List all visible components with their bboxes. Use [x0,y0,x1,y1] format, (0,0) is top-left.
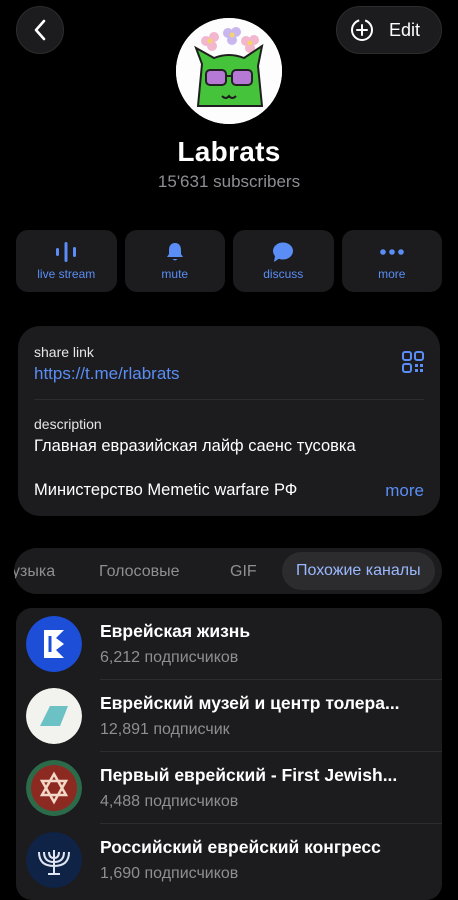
add-story-icon [351,19,373,41]
share-link-label: share link [34,344,94,360]
red-star-logo-icon [26,760,82,816]
list-item[interactable]: Еврейский музей и центр толера... 12,891… [16,680,442,752]
channel-avatar-small [26,832,82,888]
live-stream-label: live stream [37,267,96,281]
description-more-link[interactable]: more [385,481,424,501]
media-tabs: узыка Голосовые GIF Похожие каналы [14,548,442,594]
live-stream-icon [56,242,77,262]
channel-subscribers: 12,891 подписчик [100,721,230,738]
channel-avatar-small [26,760,82,816]
mute-label: mute [161,267,189,281]
more-button[interactable]: more [341,230,442,292]
channel-title: Labrats [177,136,281,167]
description-label: description [34,416,102,432]
tab-similar-channels[interactable]: Похожие каналы [282,552,435,590]
list-item[interactable]: Еврейская жизнь 6,212 подписчиков [16,608,442,680]
tab-voice[interactable]: Голосовые [99,563,180,581]
channel-info-card: share link https://t.me/rlabrats descrip… [18,326,440,516]
channel-avatar-small [26,688,82,744]
bell-icon [166,243,183,261]
action-bar: live stream mute discuss more [16,230,442,292]
list-item[interactable]: Российский еврейский конгресс 1,690 подп… [16,824,442,896]
channel-subscribers: 4,488 подписчиков [100,793,239,810]
mute-button[interactable]: mute [124,230,225,292]
live-stream-button[interactable]: live stream [16,230,117,292]
channel-subscribers: 1,690 подписчиков [100,865,239,882]
more-dots-icon [379,249,404,255]
tab-music[interactable]: узыка [14,563,55,581]
share-link[interactable]: https://t.me/rlabrats [34,364,180,384]
teal-parallelogram-logo-icon [26,688,82,744]
discuss-button[interactable]: discuss [233,230,334,292]
channel-name: Первый еврейский - First Jewish... [100,765,398,785]
chevron-left-icon [34,19,46,41]
channel-name: Еврейская жизнь [100,621,251,641]
discuss-label: discuss [263,267,304,281]
more-label: more [378,267,406,281]
description-line-2: Министерство Memetic warfare РФ [34,481,298,499]
similar-channels-list: Еврейская жизнь 6,212 подписчиков Еврейс… [16,608,442,900]
back-button[interactable] [16,6,64,54]
channel-subscribers: 6,212 подписчиков [100,649,239,666]
channel-name: Российский еврейский конгресс [100,837,381,857]
edit-label: Edit [389,19,421,40]
divider [34,399,424,400]
tab-gif[interactable]: GIF [230,563,257,581]
subscriber-count: 15'631 subscribers [157,172,301,191]
qr-code-button[interactable] [402,351,424,378]
qr-code-icon [402,351,424,373]
description-line-1: Главная евразийская лайф саенс тусовка [34,437,356,455]
list-item[interactable]: Первый еврейский - First Jewish... 4,488… [16,752,442,824]
blue-logo-icon [26,616,82,672]
chat-bubble-icon [273,242,294,262]
channel-name: Еврейский музей и центр толера... [100,693,400,713]
channel-avatar[interactable] [176,18,282,124]
cat-with-sunglasses-avatar-icon [176,18,282,124]
channel-avatar-small [26,616,82,672]
edit-button[interactable]: Edit [336,6,442,54]
menorah-logo-icon [26,832,82,888]
